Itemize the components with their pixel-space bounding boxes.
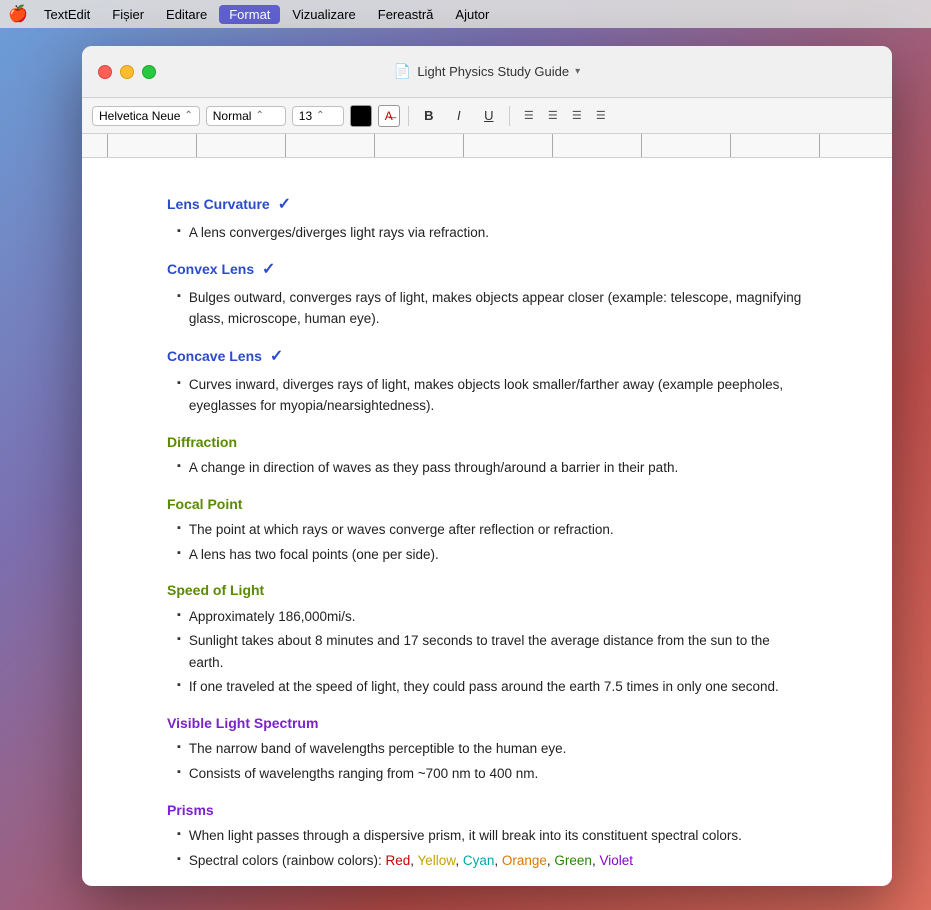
section-title-visible-light-spectrum: Visible Light Spectrum xyxy=(167,712,807,734)
chevron-down-icon[interactable]: ▾ xyxy=(575,66,580,77)
checkmark-icon: ✓ xyxy=(270,348,283,365)
list-item: Spectral colors (rainbow colors): Red, Y… xyxy=(177,850,807,872)
spectral-colors-text: Spectral colors (rainbow colors): Red, Y… xyxy=(189,850,633,872)
align-left-button[interactable]: ☰ xyxy=(518,105,540,127)
menubar-textedit[interactable]: TextEdit xyxy=(34,5,100,24)
bullet-list-focal-point: The point at which rays or waves converg… xyxy=(177,519,807,565)
list-item: The narrow band of wavelengths perceptib… xyxy=(177,738,807,760)
close-button[interactable] xyxy=(98,65,112,79)
bullet-list-lens-curvature: A lens converges/diverges light rays via… xyxy=(177,222,807,244)
color-orange: Orange xyxy=(502,853,547,868)
menubar-format[interactable]: Format xyxy=(219,5,280,24)
font-chevron-icon: ⌃ xyxy=(184,110,192,121)
list-item: If one traveled at the speed of light, t… xyxy=(177,676,807,698)
list-item: Curves inward, diverges rays of light, m… xyxy=(177,374,807,417)
underline-button[interactable]: U xyxy=(477,104,501,128)
menubar-vizualizare[interactable]: Vizualizare xyxy=(282,5,365,24)
section-visible-light-spectrum: Visible Light Spectrum The narrow band o… xyxy=(167,712,807,785)
color-yellow: Yellow xyxy=(418,853,456,868)
document-content[interactable]: Lens Curvature ✓ A lens converges/diverg… xyxy=(82,158,892,886)
bold-button[interactable]: B xyxy=(417,104,441,128)
bullet-list-visible-light-spectrum: The narrow band of wavelengths perceptib… xyxy=(177,738,807,784)
titlebar: 📄 Light Physics Study Guide ▾ xyxy=(82,46,892,98)
toolbar: Helvetica Neue ⌃ Normal ⌃ 13 ⌃ A̶ B I U … xyxy=(82,98,892,134)
section-title-convex-lens: Convex Lens ✓ xyxy=(167,257,807,283)
traffic-lights xyxy=(98,65,156,79)
checkmark-icon: ✓ xyxy=(278,196,291,213)
section-title-lens-curvature: Lens Curvature ✓ xyxy=(167,192,807,218)
bullet-list-prisms: When light passes through a dispersive p… xyxy=(177,825,807,871)
list-item: A change in direction of waves as they p… xyxy=(177,457,807,479)
section-title-focal-point: Focal Point xyxy=(167,493,807,515)
menubar-ajutor[interactable]: Ajutor xyxy=(445,5,499,24)
menubar: 🍎 TextEdit Fișier Editare Format Vizuali… xyxy=(0,0,931,28)
maximize-button[interactable] xyxy=(142,65,156,79)
list-item: A lens converges/diverges light rays via… xyxy=(177,222,807,244)
bullet-list-concave-lens: Curves inward, diverges rays of light, m… xyxy=(177,374,807,417)
toolbar-divider-1 xyxy=(408,106,409,126)
toolbar-divider-2 xyxy=(509,106,510,126)
color-green: Green xyxy=(554,853,592,868)
menubar-editare[interactable]: Editare xyxy=(156,5,217,24)
section-title-speed-of-light: Speed of Light xyxy=(167,579,807,601)
section-concave-lens: Concave Lens ✓ Curves inward, diverges r… xyxy=(167,344,807,417)
color-cyan: Cyan xyxy=(463,853,495,868)
section-focal-point: Focal Point The point at which rays or w… xyxy=(167,493,807,566)
bullet-list-speed-of-light: Approximately 186,000mi/s. Sunlight take… xyxy=(177,606,807,698)
font-name: Helvetica Neue xyxy=(99,109,180,123)
document-icon: 📄 xyxy=(394,63,411,80)
document-title: Light Physics Study Guide xyxy=(417,64,569,79)
list-item: A lens has two focal points (one per sid… xyxy=(177,544,807,566)
align-justify-button[interactable]: ☰ xyxy=(590,105,612,127)
section-title-concave-lens: Concave Lens ✓ xyxy=(167,344,807,370)
font-size: 13 xyxy=(299,109,312,123)
section-speed-of-light: Speed of Light Approximately 186,000mi/s… xyxy=(167,579,807,698)
checkmark-icon: ✓ xyxy=(262,261,275,278)
size-selector[interactable]: 13 ⌃ xyxy=(292,106,344,126)
menubar-fisier[interactable]: Fișier xyxy=(102,5,154,24)
bullet-list-convex-lens: Bulges outward, converges rays of light,… xyxy=(177,287,807,330)
titlebar-title-area: 📄 Light Physics Study Guide ▾ xyxy=(394,63,580,80)
ruler xyxy=(82,134,892,158)
bullet-list-diffraction: A change in direction of waves as they p… xyxy=(177,457,807,479)
list-item: Sunlight takes about 8 minutes and 17 se… xyxy=(177,630,807,673)
minimize-button[interactable] xyxy=(120,65,134,79)
menubar-fereastra[interactable]: Fereastră xyxy=(368,5,444,24)
document-window: 📄 Light Physics Study Guide ▾ Helvetica … xyxy=(82,46,892,886)
list-item: Approximately 186,000mi/s. xyxy=(177,606,807,628)
section-title-diffraction: Diffraction xyxy=(167,431,807,453)
list-item: The point at which rays or waves converg… xyxy=(177,519,807,541)
list-item: When light passes through a dispersive p… xyxy=(177,825,807,847)
alignment-group: ☰ ☰ ☰ ☰ xyxy=(518,105,612,127)
list-item: Bulges outward, converges rays of light,… xyxy=(177,287,807,330)
color-red: Red xyxy=(385,853,410,868)
ruler-markings xyxy=(92,134,882,157)
list-item: Consists of wavelengths ranging from ~70… xyxy=(177,763,807,785)
highlight-color-picker[interactable]: A̶ xyxy=(378,105,400,127)
section-title-prisms: Prisms xyxy=(167,799,807,821)
apple-menu[interactable]: 🍎 xyxy=(8,4,28,24)
apple-logo: 🍎 xyxy=(8,4,28,24)
section-diffraction: Diffraction A change in direction of wav… xyxy=(167,431,807,479)
size-chevron-icon: ⌃ xyxy=(316,110,324,121)
font-selector[interactable]: Helvetica Neue ⌃ xyxy=(92,106,200,126)
color-violet: Violet xyxy=(599,853,633,868)
strikethrough-icon: A̶ xyxy=(385,109,393,123)
align-right-button[interactable]: ☰ xyxy=(566,105,588,127)
section-lens-curvature: Lens Curvature ✓ A lens converges/diverg… xyxy=(167,192,807,243)
style-selector[interactable]: Normal ⌃ xyxy=(206,106,286,126)
italic-button[interactable]: I xyxy=(447,104,471,128)
section-prisms: Prisms When light passes through a dispe… xyxy=(167,799,807,872)
style-name: Normal xyxy=(213,109,252,123)
style-chevron-icon: ⌃ xyxy=(255,110,263,121)
section-convex-lens: Convex Lens ✓ Bulges outward, converges … xyxy=(167,257,807,330)
align-center-button[interactable]: ☰ xyxy=(542,105,564,127)
text-color-picker[interactable] xyxy=(350,105,372,127)
